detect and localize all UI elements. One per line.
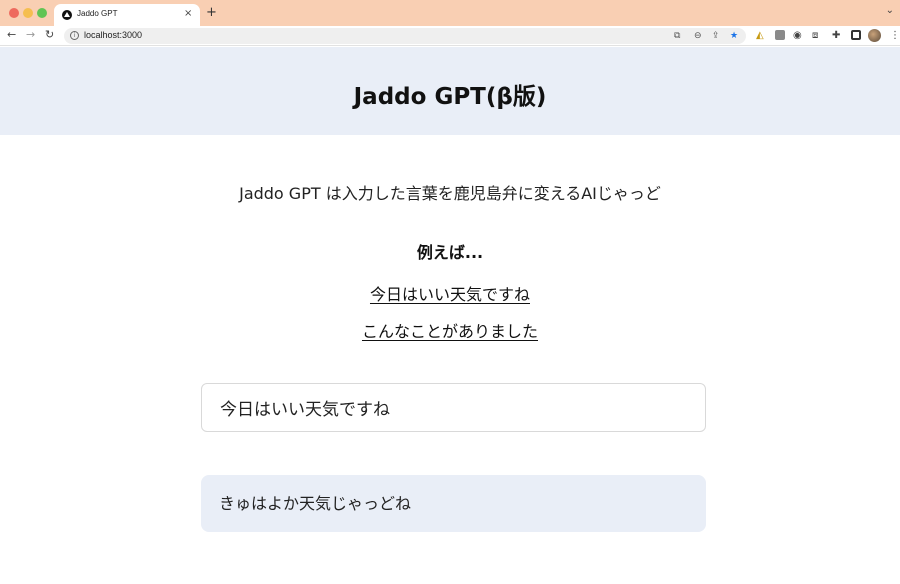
browser-tab-bar: Jaddo GPT × + ⌄	[0, 0, 900, 26]
forward-button[interactable]: →	[26, 28, 35, 42]
nextjs-favicon-icon	[62, 10, 72, 20]
address-bar[interactable]: i localhost:3000 ⧉ ⊖ ⇪ ★	[64, 28, 746, 44]
extension-camera-icon[interactable]: ◉	[793, 29, 802, 43]
tab-title: Jaddo GPT	[77, 9, 118, 18]
example-link-2-text[interactable]: こんなことがありました	[362, 322, 538, 341]
app-description: Jaddo GPT は入力した言葉を鹿児島弁に変えるAIじゃっど	[239, 184, 661, 203]
example-link-1-text[interactable]: 今日はいい天気ですね	[370, 285, 530, 304]
site-info-icon[interactable]: i	[70, 31, 79, 40]
back-button[interactable]: ←	[7, 28, 16, 42]
extension-screenshot-icon[interactable]: ⧈	[812, 29, 818, 43]
reload-button[interactable]: ↻	[45, 28, 54, 42]
side-panel-icon[interactable]	[851, 30, 861, 40]
window-maximize-button[interactable]	[37, 8, 47, 18]
profile-avatar[interactable]	[868, 29, 881, 42]
extension-m-icon[interactable]	[775, 30, 785, 40]
share-icon[interactable]: ⇪	[712, 30, 720, 42]
tab-close-icon[interactable]: ×	[184, 7, 192, 21]
examples-heading: 例えば...	[416, 243, 484, 262]
tab-search-chevron-icon[interactable]: ⌄	[886, 5, 894, 16]
translation-output: きゅはよか天気じゃっどね	[201, 475, 706, 532]
page-title: Jaddo GPT(β版)	[353, 84, 547, 110]
zoom-icon[interactable]: ⊖	[694, 30, 702, 42]
extension-drive-icon[interactable]: ◭	[756, 29, 764, 43]
browser-toolbar: ← → ↻ i localhost:3000 ⧉ ⊖ ⇪ ★	[0, 26, 900, 46]
extensions-puzzle-icon[interactable]: ✚	[832, 29, 840, 43]
example-link-2: こんなことがありました	[0, 318, 900, 342]
browser-menu-icon[interactable]: ⋮	[890, 29, 900, 43]
new-tab-button[interactable]: +	[206, 6, 217, 20]
window-close-button[interactable]	[9, 8, 19, 18]
url-text[interactable]: localhost:3000	[84, 30, 142, 40]
browser-tab-active[interactable]: Jaddo GPT ×	[54, 4, 200, 26]
bookmark-star-icon[interactable]: ★	[730, 30, 738, 42]
phrase-input[interactable]	[201, 383, 706, 432]
window-minimize-button[interactable]	[23, 8, 33, 18]
page-header: Jaddo GPT(β版)	[0, 47, 900, 135]
example-link-1: 今日はいい天気ですね	[0, 281, 900, 305]
translate-icon[interactable]: ⧉	[674, 30, 680, 42]
